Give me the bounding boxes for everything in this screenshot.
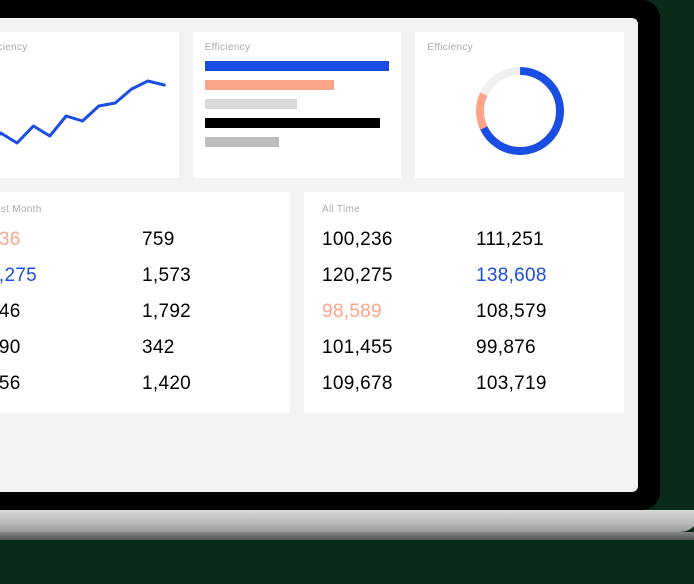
bar-segment bbox=[205, 80, 334, 90]
laptop-base bbox=[0, 510, 694, 532]
metric-value: 111,251 bbox=[476, 229, 606, 251]
all-time-panel: All Time 100,236 111,251 120,275 138,608 98,… bbox=[304, 192, 624, 413]
donut-segment bbox=[470, 61, 570, 161]
card-title: Efficiency bbox=[0, 42, 167, 53]
metric-value: 342 bbox=[142, 337, 272, 359]
metric-value: 98,589 bbox=[322, 301, 452, 323]
metric-value: 546 bbox=[0, 301, 118, 323]
metric-value: 109,678 bbox=[322, 373, 452, 395]
metric-value: 120,275 bbox=[322, 265, 452, 287]
efficiency-line-card: Efficiency bbox=[0, 32, 179, 178]
bar-segment bbox=[205, 137, 279, 147]
metrics-grid: 100,236 111,251 120,275 138,608 98,589 108,57… bbox=[322, 229, 606, 395]
bar-segment bbox=[205, 118, 380, 128]
metric-value: 759 bbox=[142, 229, 272, 251]
metric-value: 290 bbox=[0, 337, 118, 359]
metric-value: 108,579 bbox=[476, 301, 606, 323]
metric-value: 1,420 bbox=[142, 373, 272, 395]
metric-value: 101,455 bbox=[322, 337, 452, 359]
donut-chart-icon bbox=[470, 61, 570, 161]
laptop-frame: Efficiency Efficiency Efficiency Past Mo… bbox=[0, 0, 660, 510]
bar-segment bbox=[205, 61, 390, 71]
bottom-row: Past Month 236 759 2,275 1,573 546 1,792 290 34… bbox=[0, 178, 638, 413]
past-month-panel: Past Month 236 759 2,275 1,573 546 1,792 290 34… bbox=[0, 192, 290, 413]
metric-value: 103,719 bbox=[476, 373, 606, 395]
metric-value: 236 bbox=[0, 229, 118, 251]
metric-value: 99,876 bbox=[476, 337, 606, 359]
card-title: Efficiency bbox=[427, 42, 612, 53]
metric-value: 1,792 bbox=[142, 301, 272, 323]
bar-chart bbox=[205, 61, 390, 147]
efficiency-donut-card: Efficiency bbox=[415, 32, 624, 178]
metric-value: 1,573 bbox=[142, 265, 272, 287]
efficiency-bars-card: Efficiency bbox=[193, 32, 402, 178]
metric-value: 100,236 bbox=[322, 229, 452, 251]
dashboard-screen: Efficiency Efficiency Efficiency Past Mo… bbox=[0, 18, 638, 492]
donut-segment bbox=[470, 61, 570, 161]
metrics-grid: 236 759 2,275 1,573 546 1,792 290 342 456 1,420 bbox=[0, 229, 272, 395]
card-title: Efficiency bbox=[205, 42, 390, 53]
panel-title: All Time bbox=[322, 204, 606, 215]
line-chart-icon bbox=[0, 61, 167, 161]
bar-segment bbox=[205, 99, 297, 109]
top-row: Efficiency Efficiency Efficiency bbox=[0, 18, 638, 178]
metric-value: 138,608 bbox=[476, 265, 606, 287]
metric-value: 2,275 bbox=[0, 265, 118, 287]
metric-value: 456 bbox=[0, 373, 118, 395]
panel-title: Past Month bbox=[0, 204, 272, 215]
